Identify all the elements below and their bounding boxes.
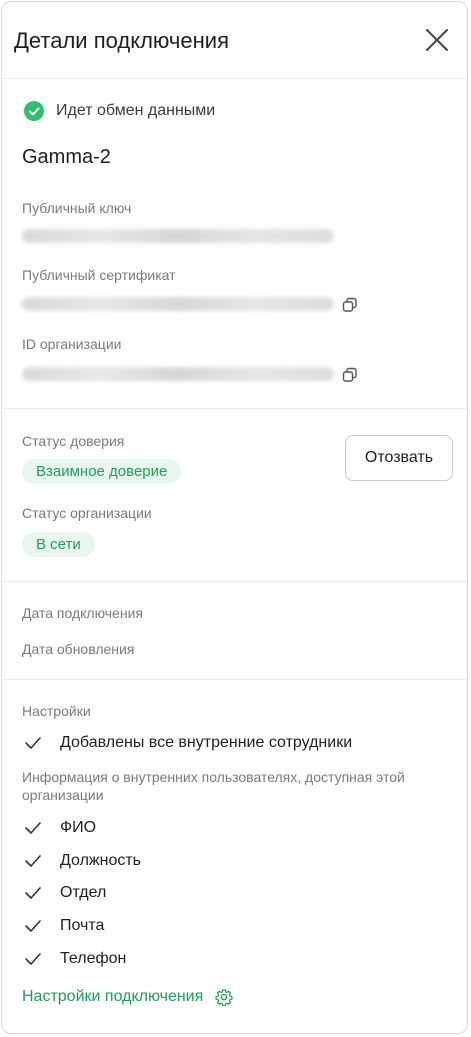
public-certificate-value-redacted	[22, 297, 334, 311]
trust-status-wrapper: Взаимное доверие	[22, 459, 182, 484]
trust-status-label: Статус доверия	[22, 433, 125, 449]
list-item: Отдел	[24, 884, 106, 902]
org-id-value-redacted	[22, 367, 334, 381]
internal-users-info: Информация о внутренних пользователях, д…	[22, 769, 405, 803]
panel-header: Детали подключения	[2, 2, 467, 79]
all-employees-row: Добавлены все внутренние сотрудники	[24, 734, 352, 752]
exchange-status-text: Идет обмен данными	[56, 102, 216, 119]
check-icon	[25, 855, 41, 867]
org-status-wrapper: В сети	[22, 532, 95, 557]
copy-icon[interactable]	[342, 297, 358, 313]
list-item: Почта	[24, 917, 104, 935]
connection-info-section: Идет обмен данными Gamma-2 Публичный клю…	[2, 79, 467, 409]
updated-date-label: Дата обновления	[22, 641, 135, 657]
public-key-label: Публичный ключ	[22, 200, 132, 216]
check-icon	[25, 953, 41, 965]
page-title: Детали подключения	[14, 28, 229, 53]
list-item: Телефон	[24, 950, 126, 968]
field-position: Должность	[60, 852, 141, 869]
exchange-status: Идет обмен данными	[24, 101, 215, 121]
public-certificate-label: Публичный сертификат	[22, 267, 176, 283]
org-id-label: ID организации	[22, 336, 122, 352]
list-item: Должность	[24, 852, 141, 870]
field-full-name: ФИО	[60, 819, 97, 836]
field-email: Почта	[60, 917, 105, 934]
connection-settings-link[interactable]: Настройки подключения	[22, 988, 233, 1006]
copy-icon[interactable]	[342, 367, 358, 383]
public-key-value-redacted	[22, 229, 334, 243]
org-status-badge: В сети	[22, 532, 95, 557]
org-status-label: Статус организации	[22, 505, 152, 521]
revoke-button[interactable]: Отозвать	[345, 435, 453, 481]
check-icon	[25, 887, 41, 899]
connected-date-label: Дата подключения	[22, 605, 143, 621]
settings-label: Настройки	[22, 703, 91, 719]
gear-icon	[215, 989, 233, 1006]
list-item: ФИО	[24, 819, 96, 837]
settings-section: Настройки Добавлены все внутренние сотру…	[2, 680, 467, 1033]
close-button[interactable]	[423, 26, 451, 54]
connection-details-panel: Детали подключения Идет обмен данными Ga…	[1, 1, 468, 1034]
dates-section: Дата подключения Дата обновления	[2, 582, 467, 680]
check-icon	[25, 822, 41, 834]
check-icon	[25, 737, 41, 749]
field-phone: Телефон	[60, 950, 127, 967]
trust-section: Статус доверия Взаимное доверие Отозвать…	[2, 409, 467, 582]
all-employees-text: Добавлены все внутренние сотрудники	[60, 734, 353, 751]
close-icon	[426, 29, 448, 51]
check-icon	[25, 920, 41, 932]
field-department: Отдел	[60, 884, 107, 901]
check-circle-icon	[24, 101, 44, 121]
org-name: Gamma-2	[22, 146, 111, 168]
connection-settings-link-label: Настройки подключения	[22, 988, 204, 1005]
trust-status-badge: Взаимное доверие	[22, 459, 182, 484]
